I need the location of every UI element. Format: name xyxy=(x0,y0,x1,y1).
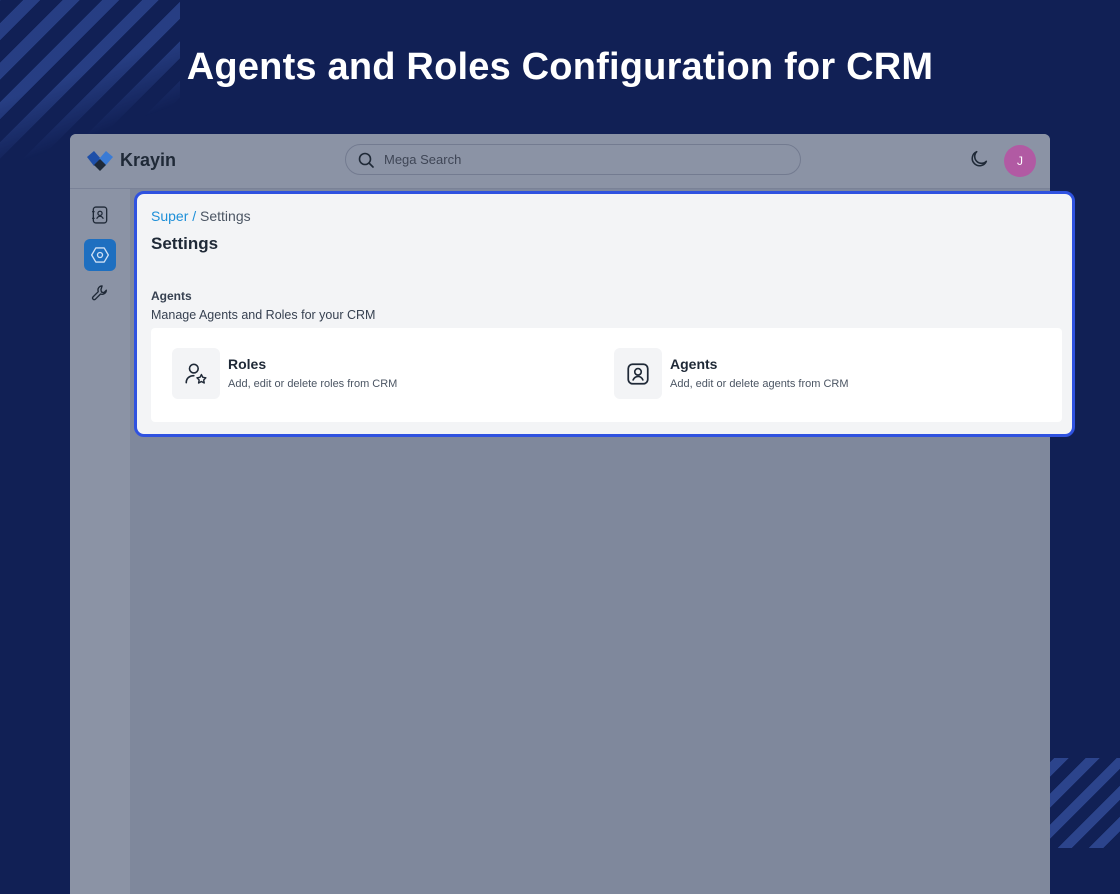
roles-option-description: Add, edit or delete roles from CRM xyxy=(228,378,398,390)
section-title: Agents xyxy=(151,289,192,303)
breadcrumb: Super / Settings xyxy=(151,208,251,224)
contact-card-icon xyxy=(92,206,108,224)
wrench-icon xyxy=(91,285,108,301)
sidebar-item-contacts[interactable] xyxy=(84,199,116,231)
breadcrumb-current: Settings xyxy=(200,208,251,224)
roles-option[interactable]: Roles Add, edit or delete roles from CRM xyxy=(172,348,397,399)
breadcrumb-link-super[interactable]: Super xyxy=(151,208,188,224)
sidebar-item-settings[interactable] xyxy=(84,239,116,271)
moon-icon xyxy=(971,150,988,167)
sidebar xyxy=(70,189,130,894)
breadcrumb-separator: / xyxy=(192,208,197,224)
agents-option-description: Add, edit or delete agents from CRM xyxy=(670,378,849,390)
user-avatar[interactable]: J xyxy=(1004,145,1036,177)
roles-option-icon-box xyxy=(172,348,220,399)
search-icon xyxy=(358,152,374,168)
agents-option-icon-box xyxy=(614,348,662,399)
mega-search[interactable] xyxy=(345,144,801,175)
agents-option-title: Agents xyxy=(670,356,718,372)
app-name: Krayin xyxy=(120,150,177,170)
settings-icon xyxy=(91,247,110,263)
user-star-icon xyxy=(185,362,207,384)
search-input[interactable] xyxy=(382,151,786,168)
top-bar: Krayin J xyxy=(70,134,1050,189)
roles-option-title: Roles xyxy=(228,356,267,372)
user-square-icon xyxy=(627,362,649,385)
krayin-logo-icon xyxy=(87,150,113,171)
promo-headline: Agents and Roles Configuration for CRM xyxy=(186,46,934,88)
dark-mode-toggle[interactable] xyxy=(968,148,990,175)
options-panel: Roles Add, edit or delete roles from CRM… xyxy=(151,328,1062,422)
decor-stripes-bottom-right xyxy=(1048,758,1120,848)
sidebar-item-configuration[interactable] xyxy=(84,277,116,309)
page-title: Settings xyxy=(151,234,219,253)
section-description: Manage Agents and Roles for your CRM xyxy=(151,308,376,322)
app-logo[interactable]: Krayin xyxy=(86,150,176,171)
agents-option[interactable]: Agents Add, edit or delete agents from C… xyxy=(614,348,849,399)
settings-card: Super / Settings Settings Agents Manage … xyxy=(134,191,1075,437)
